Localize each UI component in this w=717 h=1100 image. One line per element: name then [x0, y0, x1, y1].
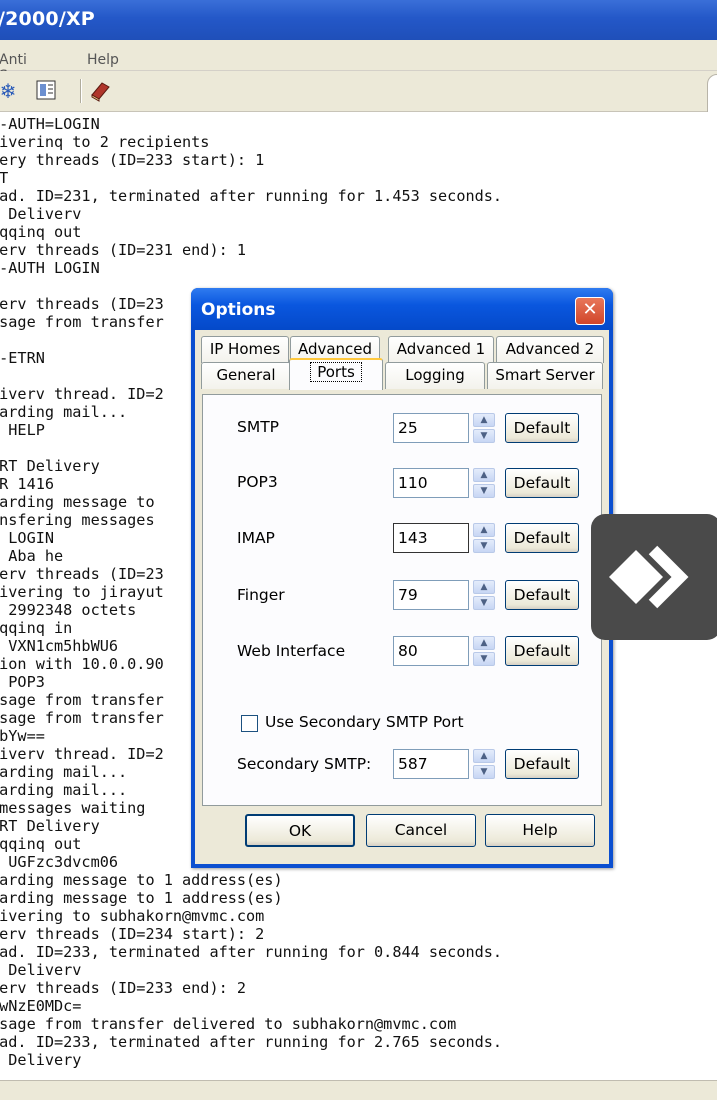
status-bar: [0, 1080, 717, 1100]
imap-label: IMAP: [237, 529, 275, 547]
cancel-button[interactable]: Cancel: [366, 814, 476, 847]
secondary-smtp-label: Secondary SMTP:: [237, 755, 372, 773]
ok-button[interactable]: OK: [245, 814, 355, 847]
tab-ip-homes[interactable]: IP Homes: [201, 336, 289, 363]
panel-icon[interactable]: [34, 79, 58, 103]
pop3-port-input[interactable]: 110: [393, 468, 469, 498]
menu-bar: Anti Spam Help: [0, 40, 717, 84]
web-interface-port-spinner[interactable]: ▲ ▼: [473, 636, 495, 666]
use-secondary-smtp-checkbox[interactable]: [241, 715, 258, 732]
smtp-port-input[interactable]: 25: [393, 413, 469, 443]
window-title: /2000/XP: [0, 8, 95, 30]
imap-port-input[interactable]: 143: [393, 523, 469, 553]
forward-arrows-icon: [609, 545, 689, 609]
secondary-smtp-port-spinner[interactable]: ▲ ▼: [473, 749, 495, 779]
dialog-body: IP Homes Advanced Advanced 1 Advanced 2 …: [195, 330, 609, 864]
close-button[interactable]: ✕: [575, 297, 605, 325]
web-interface-default-button[interactable]: Default: [505, 636, 579, 666]
web-interface-port-input[interactable]: 80: [393, 636, 469, 666]
tab-ports[interactable]: Ports: [289, 358, 383, 390]
tab-general[interactable]: General: [201, 362, 291, 389]
help-button[interactable]: Help: [485, 814, 595, 847]
options-dialog: Options ✕ IP Homes Advanced Advanced 1 A…: [191, 288, 613, 868]
tab-advanced-1[interactable]: Advanced 1: [388, 336, 494, 363]
close-icon: ✕: [582, 299, 598, 320]
web-interface-label: Web Interface: [237, 642, 346, 660]
smtp-port-spinner[interactable]: ▲ ▼: [473, 413, 495, 443]
dialog-title: Options: [201, 300, 276, 320]
finger-port-spinner[interactable]: ▲ ▼: [473, 580, 495, 610]
tab-logging[interactable]: Logging: [385, 362, 485, 389]
imap-default-button[interactable]: Default: [505, 523, 579, 553]
use-secondary-smtp-label[interactable]: Use Secondary SMTP Port: [265, 713, 464, 731]
overlay-nav-button[interactable]: [591, 514, 717, 640]
pop3-port-spinner[interactable]: ▲ ▼: [473, 468, 495, 498]
secondary-smtp-default-button[interactable]: Default: [505, 749, 579, 779]
finger-default-button[interactable]: Default: [505, 580, 579, 610]
toolbar: ❄: [0, 71, 717, 112]
finger-port-input[interactable]: 79: [393, 580, 469, 610]
window-titlebar[interactable]: /2000/XP: [0, 0, 717, 40]
tab-advanced-2[interactable]: Advanced 2: [496, 336, 604, 363]
book-icon[interactable]: [88, 79, 112, 103]
smtp-default-button[interactable]: Default: [505, 413, 579, 443]
toolbar-separator: [80, 79, 82, 103]
tab-smart-server[interactable]: Smart Server: [487, 362, 603, 389]
pop3-default-button[interactable]: Default: [505, 468, 579, 498]
pop3-label: POP3: [237, 473, 278, 491]
secondary-smtp-port-input[interactable]: 587: [393, 749, 469, 779]
smtp-label: SMTP: [237, 418, 280, 436]
finger-label: Finger: [237, 586, 285, 604]
snowflake-icon[interactable]: ❄: [0, 79, 20, 103]
imap-port-spinner[interactable]: ▲ ▼: [473, 523, 495, 553]
ports-panel: SMTP 25 ▲ ▼ Default POP3 110 ▲ ▼ Default I…: [202, 394, 602, 806]
